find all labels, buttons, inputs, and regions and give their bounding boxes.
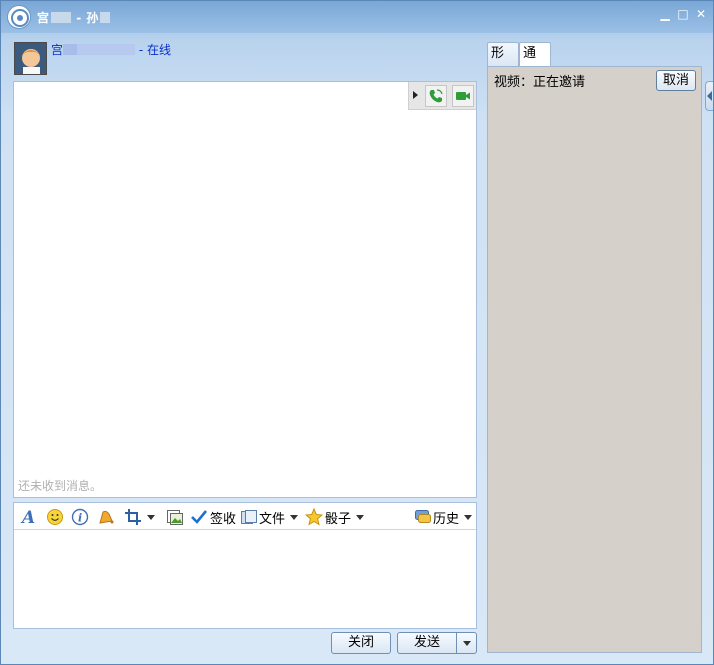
send-options-button[interactable]: [456, 632, 477, 654]
message-input[interactable]: [14, 530, 476, 628]
contact-name[interactable]: 宫: [51, 43, 63, 57]
window-controls: ▁ □ ✕: [659, 7, 707, 21]
dice-button[interactable]: 骰子: [304, 507, 365, 527]
close-window-button[interactable]: ✕: [695, 7, 707, 21]
chevron-down-icon[interactable]: [147, 514, 155, 520]
chevron-down-icon[interactable]: [464, 514, 473, 520]
history-icon: [414, 508, 432, 526]
message-input-area: A i 签收 文件 骰子 历史: [13, 502, 477, 629]
video-call-icon[interactable]: [452, 85, 474, 107]
redacted-name: [50, 12, 71, 23]
title-bar[interactable]: 宫 - 孙 ▁ □ ✕: [1, 1, 713, 33]
title-peer: 孙: [86, 11, 99, 25]
image-icon: [166, 508, 184, 526]
call-panel: 视频：正在邀请 取消: [487, 66, 702, 653]
smiley-icon: [46, 508, 64, 526]
file-button[interactable]: 文件: [240, 507, 299, 527]
info-button[interactable]: i: [71, 507, 89, 527]
chevron-down-icon: [463, 641, 471, 646]
font-icon: A: [20, 508, 38, 528]
minimize-button[interactable]: ▁: [659, 7, 671, 21]
star-icon: [304, 507, 324, 526]
send-button[interactable]: 发送: [397, 632, 457, 654]
message-history-area[interactable]: 还未收到消息。: [13, 81, 477, 498]
chevron-left-icon: [707, 91, 712, 101]
receipt-button[interactable]: 签收: [190, 507, 236, 527]
file-label: 文件: [259, 511, 286, 527]
expand-arrow-icon[interactable]: [413, 91, 418, 99]
emoji-button[interactable]: [46, 507, 64, 527]
app-logo-icon: [7, 5, 31, 29]
history-label: 历史: [433, 511, 460, 527]
contact-separator: -: [135, 43, 147, 57]
tab-profile[interactable]: 形象: [487, 42, 519, 83]
tab-call[interactable]: 通话: [519, 42, 551, 83]
nudge-button[interactable]: [97, 507, 115, 527]
file-icon: [240, 508, 258, 526]
chevron-down-icon[interactable]: [356, 514, 365, 520]
receipt-label: 签收: [210, 511, 237, 527]
bell-icon: [97, 508, 115, 526]
chevron-down-icon[interactable]: [290, 514, 299, 520]
call-tools: [408, 82, 476, 110]
checkmark-icon: [190, 508, 208, 526]
redacted-name: [99, 12, 110, 23]
empty-message-hint: 还未收到消息。: [18, 479, 103, 493]
svg-text:A: A: [20, 508, 35, 526]
contact-status: 在线: [146, 43, 171, 57]
title-prefix: 宫: [37, 11, 50, 25]
close-button[interactable]: 关闭: [331, 632, 391, 654]
voice-call-icon[interactable]: [425, 85, 447, 107]
history-button[interactable]: 历史: [414, 507, 473, 527]
input-toolbar: A i 签收 文件 骰子 历史: [14, 503, 476, 530]
title-separator: -: [71, 11, 87, 25]
crop-icon: [124, 508, 142, 526]
window-title: 宫 - 孙: [37, 9, 111, 26]
contact-info: 宫 - 在线: [51, 41, 171, 58]
avatar[interactable]: [14, 42, 47, 75]
image-button[interactable]: [166, 507, 184, 527]
collapse-panel-handle[interactable]: [705, 81, 713, 111]
call-status-text: 视频：正在邀请: [494, 75, 586, 90]
redacted-account: [77, 44, 136, 55]
redacted-name: [63, 44, 78, 55]
info-icon: i: [71, 508, 89, 526]
maximize-button[interactable]: □: [677, 7, 689, 21]
chat-window: 宫 - 孙 ▁ □ ✕ 宫 - 在线 还未收到消息。 A i 签收 文件 骰子 …: [0, 0, 714, 665]
font-button[interactable]: A: [20, 507, 38, 528]
cancel-call-button[interactable]: 取消: [656, 70, 696, 91]
svg-text:i: i: [78, 512, 82, 525]
screenshot-button[interactable]: [124, 507, 155, 527]
dice-label: 骰子: [325, 511, 352, 527]
